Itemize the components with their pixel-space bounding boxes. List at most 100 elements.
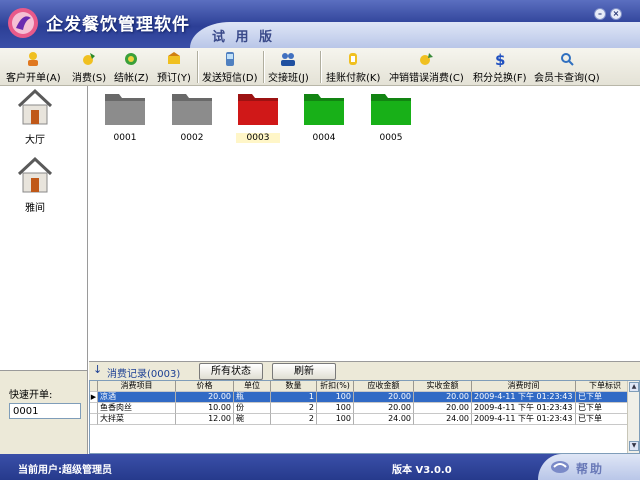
column-header[interactable]: 消费项目 bbox=[98, 381, 176, 392]
toolbar-label: 挂账付款(K) bbox=[326, 73, 381, 84]
table-label: 0002 bbox=[180, 133, 204, 143]
row-pointer-icon: ▶ bbox=[90, 392, 98, 403]
toolbar-member-card-search-button[interactable]: 会员卡查询(Q) bbox=[534, 50, 600, 84]
column-header[interactable]: 折扣(%) bbox=[317, 381, 354, 392]
row-indicator bbox=[90, 414, 98, 425]
toolbar-label: 客户开单(A) bbox=[6, 73, 61, 84]
status-bar: 当前用户:超级管理员 版本 V3.0.0 帮助 bbox=[0, 454, 640, 480]
toolbar-consume-button[interactable]: 消费(S) bbox=[72, 50, 106, 84]
column-header[interactable]: 实收金额 bbox=[414, 381, 472, 392]
folder-icon bbox=[105, 94, 145, 125]
scroll-down-icon[interactable]: ▼ bbox=[629, 441, 639, 451]
row-indicator-header bbox=[90, 381, 98, 392]
table-label: 0005 bbox=[379, 133, 403, 143]
table-0001[interactable]: 0001 bbox=[103, 90, 147, 143]
toolbar-points-exchange-button[interactable]: $ 积分兑换(F) bbox=[473, 50, 527, 84]
cell-unit: 碗 bbox=[234, 414, 271, 425]
toolbar-shift-handover-button[interactable]: 交接班(J) bbox=[268, 50, 309, 84]
help-button[interactable]: 帮助 bbox=[538, 454, 640, 480]
svg-text:$: $ bbox=[495, 51, 505, 67]
credit-payment-icon bbox=[349, 53, 358, 65]
toolbar-label: 冲销错误消费(C) bbox=[389, 73, 464, 84]
house-icon bbox=[17, 88, 53, 125]
room-hall[interactable]: 大厅 bbox=[14, 88, 56, 146]
toolbar-separator bbox=[197, 51, 199, 83]
table-0003[interactable]: 0003 bbox=[236, 90, 280, 143]
folder-icon bbox=[371, 94, 411, 125]
cell-item: 鱼香肉丝 bbox=[98, 403, 176, 414]
toolbar-reverse-consume-button[interactable]: 冲销错误消费(C) bbox=[389, 50, 464, 84]
scroll-up-icon[interactable]: ▲ bbox=[629, 382, 639, 392]
column-header[interactable]: 价格 bbox=[176, 381, 234, 392]
toolbar-checkout-button[interactable]: 结帐(Z) bbox=[114, 50, 149, 84]
toolbar-label: 发送短信(D) bbox=[202, 73, 258, 84]
member-card-search-icon bbox=[560, 53, 574, 66]
cell-due: 24.00 bbox=[354, 414, 414, 425]
room-category-panel: 大厅 雅间 快速开单: bbox=[0, 86, 88, 454]
refresh-button[interactable]: 刷新 bbox=[272, 363, 336, 380]
room-label: 大厅 bbox=[25, 135, 45, 146]
cell-due: 20.00 bbox=[354, 392, 414, 403]
cell-unit: 瓶 bbox=[234, 392, 271, 403]
table-0005[interactable]: 0005 bbox=[369, 90, 413, 143]
toolbar-label: 积分兑换(F) bbox=[473, 73, 527, 84]
points-exchange-icon: $ bbox=[495, 51, 505, 67]
toolbar-label: 会员卡查询(Q) bbox=[534, 73, 600, 84]
column-header[interactable]: 单位 bbox=[234, 381, 271, 392]
table-row[interactable]: ▶ 凉酒 20.00 瓶 1 100 20.00 20.00 2009-4-11… bbox=[90, 392, 635, 403]
checkout-icon bbox=[125, 53, 138, 65]
edition-label: 试 用 版 bbox=[212, 30, 276, 45]
cell-qty: 2 bbox=[271, 403, 317, 414]
toolbar-sms-button[interactable]: 发送短信(D) bbox=[202, 50, 258, 84]
column-header[interactable]: 消费时间 bbox=[472, 381, 576, 392]
consume-icon bbox=[83, 53, 96, 65]
collapse-arrow-icon[interactable]: ↓ bbox=[93, 363, 102, 376]
folder-icon bbox=[304, 94, 344, 125]
table-row[interactable]: 大拌菜 12.00 碗 2 100 24.00 24.00 2009-4-11 … bbox=[90, 414, 635, 425]
current-user-label: 当前用户:超级管理员 bbox=[18, 465, 112, 476]
room-label: 雅间 bbox=[25, 203, 45, 214]
cell-discount: 100 bbox=[317, 414, 354, 425]
table-label: 0004 bbox=[312, 133, 336, 143]
cell-paid: 20.00 bbox=[414, 403, 472, 414]
grid-header-row: 消费项目 价格 单位 数量 折扣(%) 应收金额 实收金额 消费时间 下单标识 bbox=[90, 381, 635, 392]
vertical-scrollbar[interactable]: ▲ ▼ bbox=[627, 381, 639, 453]
table-row[interactable]: 鱼香肉丝 10.00 份 2 100 20.00 20.00 2009-4-11… bbox=[90, 403, 635, 414]
cell-price: 10.00 bbox=[176, 403, 234, 414]
room-private[interactable]: 雅间 bbox=[14, 156, 56, 214]
all-status-button[interactable]: 所有状态 bbox=[199, 363, 263, 380]
shift-handover-icon bbox=[281, 53, 296, 66]
toolbar-label: 交接班(J) bbox=[268, 73, 309, 84]
cell-qty: 1 bbox=[271, 392, 317, 403]
toolbar-separator bbox=[263, 51, 265, 83]
table-label: 0003 bbox=[236, 133, 280, 143]
customer-order-icon bbox=[28, 52, 39, 66]
toolbar-label: 结帐(Z) bbox=[114, 73, 149, 84]
cell-price: 12.00 bbox=[176, 414, 234, 425]
quick-open-label: 快速开单: bbox=[9, 390, 53, 401]
row-indicator bbox=[90, 403, 98, 414]
table-0002[interactable]: 0002 bbox=[170, 90, 214, 143]
app-title: 企发餐饮管理软件 bbox=[46, 15, 190, 35]
quick-open-area: 快速开单: bbox=[0, 370, 87, 454]
toolbar-credit-payment-button[interactable]: 挂账付款(K) bbox=[326, 50, 380, 84]
minimize-button[interactable]: – bbox=[594, 8, 606, 20]
close-button[interactable]: × bbox=[610, 8, 622, 20]
table-0004[interactable]: 0004 bbox=[302, 90, 346, 143]
version-label: 版本 V3.0.0 bbox=[392, 465, 452, 476]
table-label: 0001 bbox=[113, 133, 137, 143]
folder-icon bbox=[172, 94, 212, 125]
column-header[interactable]: 数量 bbox=[271, 381, 317, 392]
cell-time: 2009-4-11 下午 01:23:43 bbox=[472, 414, 576, 425]
quick-open-input[interactable] bbox=[9, 403, 81, 419]
column-header[interactable]: 应收金额 bbox=[354, 381, 414, 392]
title-bar: 企发餐饮管理软件 试 用 版 – × bbox=[0, 0, 640, 48]
folder-icon bbox=[238, 94, 278, 125]
toolbar-customer-order-button[interactable]: 客户开单(A) bbox=[6, 50, 61, 84]
app-logo-icon bbox=[8, 8, 38, 38]
table-grid: 0001 0002 0003 0004 0005 bbox=[89, 86, 640, 361]
toolbar-reserve-button[interactable]: 预订(Y) bbox=[157, 50, 191, 84]
cell-paid: 24.00 bbox=[414, 414, 472, 425]
cell-item: 大拌菜 bbox=[98, 414, 176, 425]
toolbar-separator bbox=[320, 51, 322, 83]
